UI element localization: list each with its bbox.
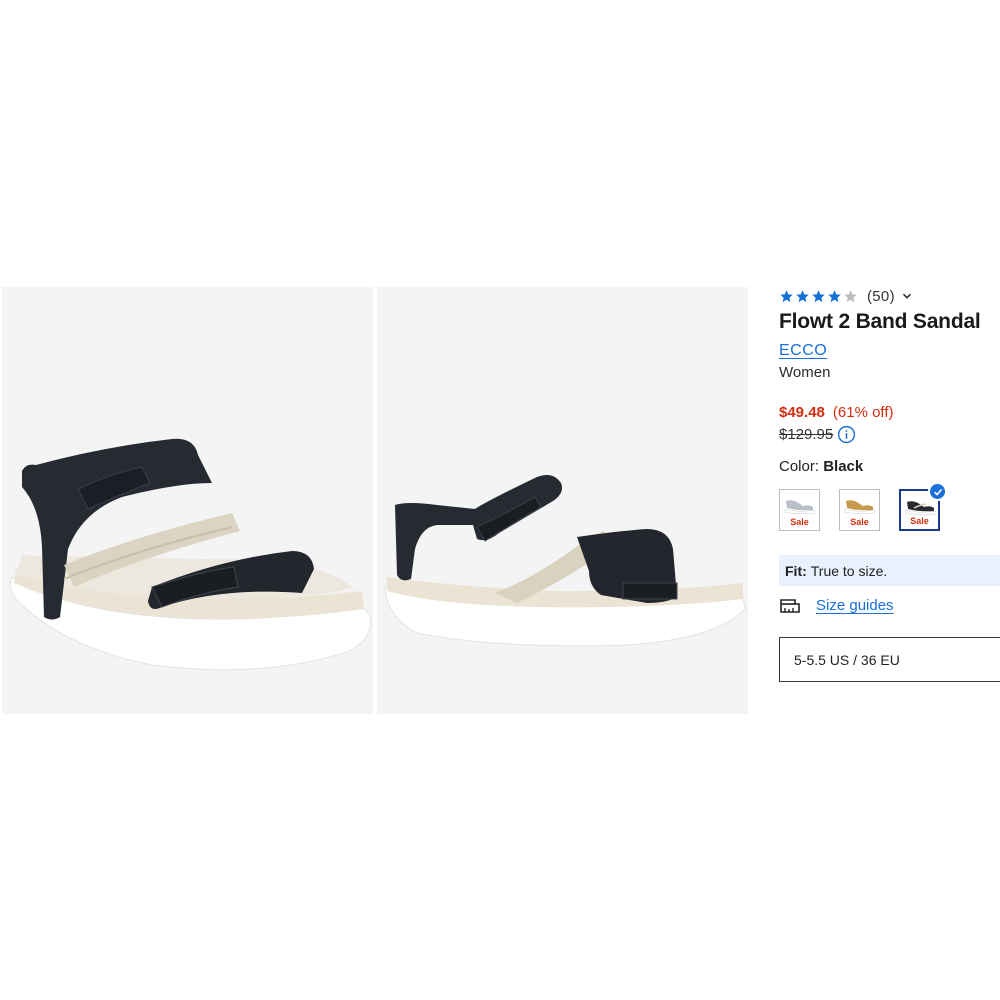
sandal-side-illustration (384, 475, 746, 647)
color-swatches: Sale Sale Sale (779, 482, 1000, 531)
star-empty-icon (844, 289, 857, 302)
sandal-thumbnail-gold (844, 500, 876, 515)
star-full-icon (796, 289, 809, 302)
product-image-angle[interactable] (2, 287, 373, 714)
swatch-silver[interactable]: Sale (779, 489, 820, 531)
product-title: Flowt 2 Band Sandal (779, 310, 981, 333)
product-image-side[interactable] (377, 287, 748, 714)
swatch-black[interactable]: Sale (899, 482, 947, 531)
sale-tag: Sale (850, 517, 869, 527)
size-select[interactable]: 5-5.5 US / 36 EU (779, 637, 1000, 682)
fit-label: Fit: (785, 562, 807, 579)
size-guides-link[interactable]: Size guides (816, 597, 894, 614)
sale-price: $49.48 (779, 404, 825, 421)
star-full-icon (828, 289, 841, 302)
info-icon[interactable] (837, 425, 856, 444)
chevron-down-icon[interactable] (902, 291, 912, 301)
sandal-thumbnail-silver (784, 500, 816, 515)
color-value: Black (823, 458, 864, 475)
original-price: $129.95 (779, 426, 834, 443)
sandal-angle-illustration (9, 438, 372, 671)
swatch-gold[interactable]: Sale (839, 489, 880, 531)
sale-tag: Sale (790, 517, 809, 527)
rating-summary[interactable]: (50) (779, 286, 1000, 306)
ruler-icon (780, 598, 800, 613)
selected-check-icon (928, 482, 947, 501)
star-full-icon (812, 289, 825, 302)
discount-percent: (61% off) (832, 404, 894, 421)
rating-count: (50) (867, 287, 895, 305)
color-indicator: Color: Black (779, 458, 1000, 475)
brand-link[interactable]: ECCO (779, 342, 827, 360)
audience-label: Women (779, 364, 831, 381)
original-price-row: $129.95 (779, 425, 1000, 444)
sale-tag: Sale (910, 516, 929, 526)
star-full-icon (780, 289, 793, 302)
fit-info: Fit: True to size. (779, 555, 1000, 586)
fit-text: True to size. (810, 562, 888, 579)
rating-stars (779, 289, 858, 304)
product-info-panel: (50) Flowt 2 Band Sandal ECCO Women $49.… (779, 286, 1000, 682)
size-guide-row: Size guides (779, 597, 1000, 614)
color-label: Color: (779, 458, 820, 475)
price-row: $49.48 (61% off) (779, 404, 1000, 421)
